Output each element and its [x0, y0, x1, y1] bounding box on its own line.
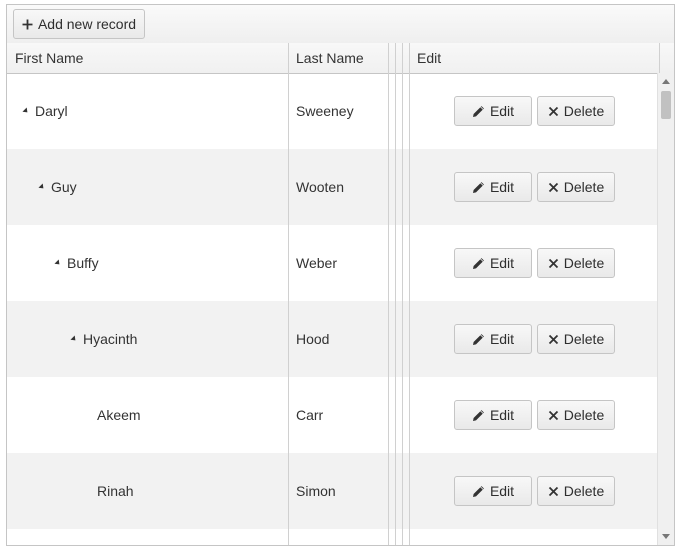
- pencil-icon: [472, 257, 484, 269]
- first-name-text: Akeem: [97, 407, 141, 423]
- column-divider: [288, 43, 289, 73]
- last-name-cell: Wooten: [296, 179, 344, 195]
- delete-button-label: Delete: [563, 331, 605, 347]
- first-name-text: Guy: [51, 179, 77, 195]
- delete-button-label: Delete: [563, 407, 605, 423]
- table-row[interactable]: Guy Wooten Edit Delete: [7, 149, 660, 225]
- delete-button[interactable]: Delete: [537, 96, 615, 126]
- first-name-text: Daryl: [35, 103, 68, 119]
- expand-toggle-icon[interactable]: [54, 259, 62, 267]
- pencil-icon: [472, 181, 484, 193]
- last-name-cell: Hood: [296, 331, 330, 347]
- edit-button[interactable]: Edit: [454, 248, 532, 278]
- edit-button-label: Edit: [489, 103, 515, 119]
- column-divider: [659, 43, 660, 73]
- expand-toggle-icon[interactable]: [38, 183, 46, 191]
- add-new-record-label: Add new record: [37, 16, 137, 32]
- pencil-icon: [472, 409, 484, 421]
- grid-body: Daryl Sweeney Edit Delete Guy Wooten Edit Delet…: [7, 73, 660, 545]
- first-name-cell: Guy: [38, 149, 77, 225]
- table-row[interactable]: Rinah Simon Edit Delete: [7, 453, 660, 529]
- expand-toggle-icon[interactable]: [70, 335, 78, 343]
- close-icon: [548, 182, 558, 192]
- vertical-scrollbar[interactable]: [657, 73, 674, 545]
- edit-button[interactable]: Edit: [454, 400, 532, 430]
- column-divider: [288, 73, 289, 545]
- table-row[interactable]: Buffy Weber Edit Delete: [7, 225, 660, 301]
- last-name-cell: Simon: [296, 483, 336, 499]
- edit-button-label: Edit: [489, 331, 515, 347]
- delete-button[interactable]: Delete: [537, 248, 615, 278]
- first-name-cell: Buffy: [54, 225, 99, 301]
- delete-button-label: Delete: [563, 255, 605, 271]
- edit-button[interactable]: Edit: [454, 96, 532, 126]
- first-name-text: Hyacinth: [83, 331, 138, 347]
- plus-icon: [22, 19, 33, 29]
- scroll-up-arrow-icon[interactable]: [662, 79, 670, 84]
- table-row[interactable]: Hyacinth Hood Edit Delete: [7, 301, 660, 377]
- column-divider: [388, 43, 389, 73]
- delete-button[interactable]: Delete: [537, 400, 615, 430]
- first-name-cell: Daryl: [22, 73, 68, 149]
- column-divider: [402, 73, 403, 545]
- last-name-cell: Sweeney: [296, 103, 354, 119]
- grid-header: First Name Last Name Edit: [7, 43, 674, 74]
- table-row[interactable]: Daryl Sweeney Edit Delete: [7, 73, 660, 149]
- close-icon: [548, 410, 558, 420]
- column-divider: [402, 43, 403, 73]
- pencil-icon: [472, 333, 484, 345]
- column-header-edit[interactable]: Edit: [409, 43, 659, 73]
- column-divider: [409, 43, 410, 73]
- last-name-cell: Carr: [296, 407, 324, 423]
- delete-button-label: Delete: [563, 483, 605, 499]
- edit-button[interactable]: Edit: [454, 324, 532, 354]
- table-row[interactable]: Akeem Carr Edit Delete: [7, 377, 660, 453]
- column-divider: [395, 43, 396, 73]
- pencil-icon: [472, 105, 484, 117]
- close-icon: [548, 258, 558, 268]
- edit-button-label: Edit: [489, 255, 515, 271]
- add-new-record-button[interactable]: Add new record: [13, 9, 145, 39]
- column-divider: [409, 73, 410, 545]
- first-name-cell: Hyacinth: [70, 301, 138, 377]
- delete-button-label: Delete: [563, 103, 605, 119]
- treelist-grid: Add new record First Name Last Name Edit…: [6, 4, 675, 546]
- last-name-cell: Weber: [296, 255, 337, 271]
- pencil-icon: [472, 485, 484, 497]
- scroll-down-arrow-icon[interactable]: [662, 534, 670, 539]
- edit-button-label: Edit: [489, 179, 515, 195]
- first-name-text: Rinah: [97, 483, 134, 499]
- first-name-cell: Rinah: [97, 453, 134, 529]
- expand-toggle-icon[interactable]: [22, 107, 30, 115]
- column-header-first-name[interactable]: First Name: [7, 43, 288, 73]
- column-divider: [388, 73, 389, 545]
- edit-button[interactable]: Edit: [454, 172, 532, 202]
- close-icon: [548, 334, 558, 344]
- close-icon: [548, 486, 558, 496]
- first-name-cell: Akeem: [97, 377, 141, 453]
- toolbar: Add new record: [7, 5, 674, 44]
- scrollbar-thumb[interactable]: [661, 91, 671, 119]
- edit-button-label: Edit: [489, 407, 515, 423]
- first-name-text: Buffy: [67, 255, 99, 271]
- delete-button[interactable]: Delete: [537, 324, 615, 354]
- column-header-last-name[interactable]: Last Name: [288, 43, 388, 73]
- delete-button-label: Delete: [563, 179, 605, 195]
- close-icon: [548, 106, 558, 116]
- delete-button[interactable]: Delete: [537, 172, 615, 202]
- column-divider: [395, 73, 396, 545]
- edit-button[interactable]: Edit: [454, 476, 532, 506]
- edit-button-label: Edit: [489, 483, 515, 499]
- delete-button[interactable]: Delete: [537, 476, 615, 506]
